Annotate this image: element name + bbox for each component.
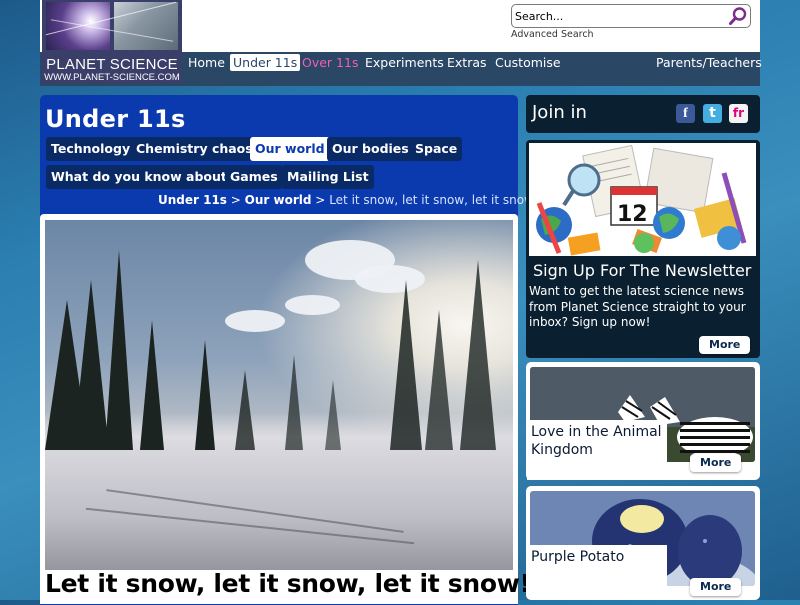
section-title: Under 11s: [45, 105, 186, 133]
newsletter-text: Want to get the latest science news from…: [529, 284, 746, 329]
subnav-our-world[interactable]: Our world: [250, 137, 330, 161]
subnav-mailing-list[interactable]: Mailing List: [282, 165, 374, 189]
nav-customise[interactable]: Customise: [492, 54, 564, 71]
newsletter-image[interactable]: 12: [529, 143, 756, 256]
card-title[interactable]: Love in the Animal Kingdom: [527, 420, 667, 480]
subnav-chemistry-chaos[interactable]: Chemistry chaos: [131, 137, 258, 161]
breadcrumb-separator: >: [315, 193, 326, 207]
search-box[interactable]: [511, 4, 751, 28]
nav-parents-teachers[interactable]: Parents/Teachers: [653, 54, 765, 71]
breadcrumb-under-11s[interactable]: Under 11s: [158, 193, 227, 207]
newsletter-more-button[interactable]: More: [699, 336, 751, 354]
tree: [73, 280, 109, 450]
search-input[interactable]: [515, 8, 720, 24]
tree: [425, 310, 453, 450]
nav-home[interactable]: Home: [185, 54, 228, 71]
newsletter-title[interactable]: Sign Up For The Newsletter: [533, 261, 751, 280]
cloud: [225, 310, 285, 332]
breadcrumb-our-world[interactable]: Our world: [245, 193, 312, 207]
tree: [195, 340, 215, 450]
logo-url: WWW.PLANET-SCIENCE.COM: [44, 72, 180, 83]
subnav-space[interactable]: Space: [410, 137, 463, 161]
facebook-icon[interactable]: f: [676, 104, 695, 123]
tree: [285, 355, 303, 450]
tree: [390, 280, 422, 450]
site-logo[interactable]: PLANET SCIENCE WWW.PLANET-SCIENCE.COM: [42, 0, 182, 84]
logo-title: PLANET SCIENCE: [46, 56, 178, 73]
calendar-date: 12: [617, 202, 648, 227]
cloud: [285, 295, 340, 315]
nav-extras[interactable]: Extras: [444, 54, 490, 71]
card-title[interactable]: Purple Potato: [527, 545, 667, 595]
subnav-technology[interactable]: Technology: [46, 137, 136, 161]
flickr-icon[interactable]: fr: [729, 104, 748, 123]
join-in-label: Join in: [532, 102, 587, 123]
breadcrumb-separator: >: [230, 193, 241, 207]
article-hero-image: [45, 220, 513, 570]
twitter-icon[interactable]: t: [703, 104, 722, 123]
tree: [460, 260, 496, 450]
subnav-games[interactable]: Games: [225, 165, 283, 189]
tree: [105, 250, 133, 450]
article-title: Let it snow, let it snow, let it snow!: [45, 569, 531, 598]
card-more-button[interactable]: More: [690, 578, 742, 596]
subnav-what-do-you-know[interactable]: What do you know about?: [46, 165, 240, 189]
tree: [140, 320, 164, 450]
nav-experiments[interactable]: Experiments: [362, 54, 447, 71]
tree: [325, 380, 341, 450]
breadcrumb-current: Let it snow, let it snow, let it snow: [329, 193, 534, 207]
nav-over-11s[interactable]: Over 11s: [299, 54, 361, 71]
advanced-search-link[interactable]: Advanced Search: [511, 29, 594, 40]
breadcrumb: Under 11s > Our world > Let it snow, let…: [158, 193, 534, 207]
card-more-button[interactable]: More: [690, 454, 742, 472]
search-icon[interactable]: [728, 6, 748, 26]
tree: [235, 370, 255, 450]
nav-under-11s[interactable]: Under 11s: [230, 54, 301, 71]
subnav-our-bodies[interactable]: Our bodies: [327, 137, 414, 161]
